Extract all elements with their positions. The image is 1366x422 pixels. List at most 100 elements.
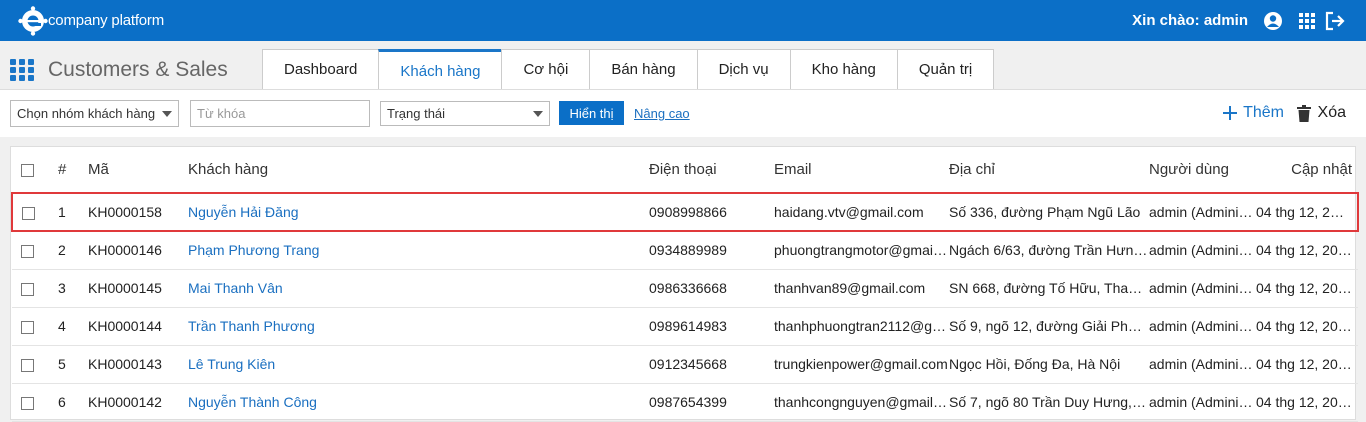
row-checkbox[interactable] xyxy=(21,396,34,410)
select-all-cell xyxy=(12,147,45,194)
table-row[interactable]: 4 KH0000144 Trần Thanh Phương 0989614983… xyxy=(12,307,1358,346)
row-select-cell xyxy=(12,307,45,346)
customer-name-link[interactable]: Trần Thanh Phương xyxy=(188,307,649,346)
customer-phone: 0934889989 xyxy=(649,231,774,270)
customer-address: Số 336, đường Phạm Ngũ Lão xyxy=(949,192,1149,232)
tab-kho-hang[interactable]: Kho hàng xyxy=(789,49,898,89)
logout-icon[interactable] xyxy=(1324,10,1346,32)
plus-icon xyxy=(1223,106,1238,120)
customer-user: admin (Administrator) xyxy=(1149,307,1256,346)
col-header-updated[interactable]: Cập nhật xyxy=(1256,147,1358,194)
table-header-row: # Mã Khách hàng Điện thoại Email Địa chỉ… xyxy=(12,147,1358,194)
user-icon[interactable] xyxy=(1262,10,1284,32)
table-row[interactable]: 1 KH0000158 Nguyễn Hải Đăng 0908998866 h… xyxy=(11,192,1359,232)
row-checkbox[interactable] xyxy=(21,245,34,259)
module-title: Customers & Sales xyxy=(10,58,228,82)
customer-phone: 0989614983 xyxy=(649,307,774,346)
row-checkbox[interactable] xyxy=(21,320,34,334)
row-select-cell xyxy=(12,269,45,308)
tab-quan-tri[interactable]: Quản trị xyxy=(896,49,995,89)
customer-name-link[interactable]: Phạm Phương Trang xyxy=(188,231,649,270)
customer-code: KH0000146 xyxy=(88,231,188,270)
row-checkbox[interactable] xyxy=(22,206,35,220)
customer-email: thanhphuongtran2112@gmail.com xyxy=(774,307,949,346)
tab-ban-hang[interactable]: Bán hàng xyxy=(589,49,698,89)
col-header-user[interactable]: Người dùng xyxy=(1149,147,1256,194)
customer-email: trungkienpower@gmail.com xyxy=(774,345,949,384)
customer-phone: 0912345668 xyxy=(649,345,774,384)
col-header-code[interactable]: Mã xyxy=(88,147,188,194)
customer-name-link[interactable]: Mai Thanh Vân xyxy=(188,269,649,308)
row-select-cell xyxy=(12,231,45,270)
customer-email: thanhcongnguyen@gmail.com xyxy=(774,383,949,422)
row-checkbox[interactable] xyxy=(21,282,34,296)
table-row[interactable]: 5 KH0000143 Lê Trung Kiên 0912345668 tru… xyxy=(12,345,1358,384)
trash-icon xyxy=(1296,104,1311,122)
module-grid-icon xyxy=(10,59,34,81)
col-header-email[interactable]: Email xyxy=(774,147,949,194)
tab-co-hoi[interactable]: Cơ hội xyxy=(501,49,591,89)
brand-name: company platform xyxy=(48,12,165,29)
customer-address: Ngách 6/63, đường Trần Hưng Đạo xyxy=(949,231,1149,270)
row-checkbox[interactable] xyxy=(21,358,34,372)
table-row[interactable]: 2 KH0000146 Phạm Phương Trang 0934889989… xyxy=(12,231,1358,270)
tab-dashboard[interactable]: Dashboard xyxy=(262,49,380,89)
advanced-search-link[interactable]: Nâng cao xyxy=(634,106,690,121)
filter-bar: Chọn nhóm khách hàng Từ khóa Trạng thái … xyxy=(0,89,1366,137)
customer-phone: 0908998866 xyxy=(649,192,774,232)
module-bar: Customers & Sales Dashboard Khách hàng C… xyxy=(0,41,1366,90)
customer-updated: 04 thg 12, 2016 xyxy=(1256,345,1358,384)
chevron-down-icon xyxy=(533,111,543,117)
tab-khach-hang[interactable]: Khách hàng xyxy=(378,49,503,90)
customer-updated: 04 thg 12, 2016 xyxy=(1256,192,1359,232)
greeting: Xin chào: admin xyxy=(1132,12,1248,29)
status-select[interactable]: Trạng thái xyxy=(380,101,550,126)
customer-group-select[interactable]: Chọn nhóm khách hàng xyxy=(10,100,179,127)
customer-code: KH0000143 xyxy=(88,345,188,384)
customer-group-select-value: Chọn nhóm khách hàng xyxy=(17,106,156,121)
customer-user: admin (Administrator) xyxy=(1149,231,1256,270)
row-select-cell xyxy=(12,345,45,384)
chevron-down-icon xyxy=(162,111,172,117)
customer-code: KH0000158 xyxy=(88,192,188,232)
row-index: 4 xyxy=(45,307,88,346)
row-index: 3 xyxy=(45,269,88,308)
table-row[interactable]: 6 KH0000142 Nguyễn Thành Công 0987654399… xyxy=(12,383,1358,422)
customer-email: phuongtrangmotor@gmail.com xyxy=(774,231,949,270)
customer-email: haidang.vtv@gmail.com xyxy=(774,192,949,232)
apps-grid-icon[interactable] xyxy=(1296,10,1318,32)
col-header-index: # xyxy=(45,147,88,194)
customer-updated: 04 thg 12, 2016 xyxy=(1256,269,1358,308)
select-all-checkbox[interactable] xyxy=(21,163,34,177)
tab-dich-vu[interactable]: Dịch vụ xyxy=(696,49,791,89)
show-button[interactable]: Hiển thị xyxy=(559,101,624,125)
customer-table: # Mã Khách hàng Điện thoại Email Địa chỉ… xyxy=(11,147,1359,422)
row-select-cell xyxy=(12,383,45,422)
table-row[interactable]: 3 KH0000145 Mai Thanh Vân 0986336668 tha… xyxy=(12,269,1358,308)
customer-code: KH0000142 xyxy=(88,383,188,422)
customer-code: KH0000145 xyxy=(88,269,188,308)
customer-user: admin (Administrator) xyxy=(1149,269,1256,308)
status-select-value: Trạng thái xyxy=(387,106,446,121)
row-index: 1 xyxy=(45,192,88,232)
customer-user: admin (Administrator) xyxy=(1149,345,1256,384)
module-title-text: Customers & Sales xyxy=(48,58,228,81)
customer-name-link[interactable]: Nguyễn Hải Đăng xyxy=(188,192,649,232)
customer-code: KH0000144 xyxy=(88,307,188,346)
customer-updated: 04 thg 12, 2016 xyxy=(1256,231,1358,270)
brand[interactable]: company platform xyxy=(18,5,165,36)
add-button[interactable]: Thêm xyxy=(1223,104,1284,122)
customer-address: SN 668, đường Tố Hữu, Thanh Xuân xyxy=(949,269,1149,308)
customer-name-link[interactable]: Nguyễn Thành Công xyxy=(188,383,649,422)
col-header-phone[interactable]: Điện thoại xyxy=(649,147,774,194)
top-navbar: company platform Xin chào: admin xyxy=(0,0,1366,41)
customer-name-link[interactable]: Lê Trung Kiên xyxy=(188,345,649,384)
customer-user: admin (Administrator) xyxy=(1149,383,1256,422)
col-header-address[interactable]: Địa chỉ xyxy=(949,147,1149,194)
col-header-customer[interactable]: Khách hàng xyxy=(188,147,649,194)
customer-phone: 0987654399 xyxy=(649,383,774,422)
customer-updated: 04 thg 12, 2016 xyxy=(1256,383,1358,422)
delete-button[interactable]: Xóa xyxy=(1296,104,1346,122)
delete-label: Xóa xyxy=(1317,104,1346,121)
keyword-input[interactable]: Từ khóa xyxy=(190,100,370,127)
